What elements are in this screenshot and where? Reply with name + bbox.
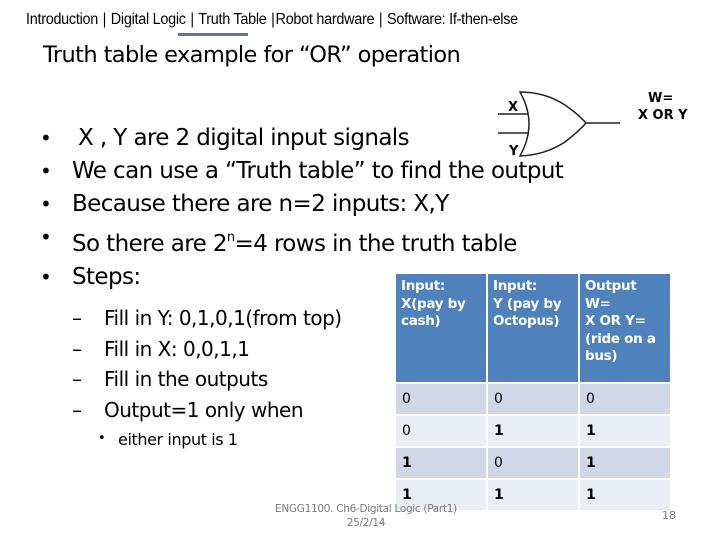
nav-item-truth-table[interactable]: Truth Table xyxy=(198,11,267,28)
cell-y: 0 xyxy=(488,448,578,478)
cell-y: 1 xyxy=(488,480,578,510)
or-gate-diagram: X Y W= X OR Y xyxy=(490,88,710,168)
nav-separator: | xyxy=(102,11,107,28)
nav-separator: | xyxy=(378,11,383,28)
cell-y: 0 xyxy=(488,384,578,414)
bullet-item: Because there are n=2 inputs: X,Y xyxy=(40,188,563,221)
table-row: 0 1 1 xyxy=(396,416,670,446)
header-line: X(pay by xyxy=(401,295,466,312)
header-line: cash) xyxy=(401,313,441,329)
footer-info: ENGG1100. Ch6-Digital Logic (Part1) 25/2… xyxy=(266,502,466,530)
gate-output-label-1: W= xyxy=(648,91,674,106)
slide-title: Truth table example for “OR” operation xyxy=(43,42,461,68)
truth-table: Input: X(pay by cash) Input: Y (pay by O… xyxy=(394,272,672,512)
step-item: Fill in Y: 0,1,0,1(from top) xyxy=(72,303,342,334)
table-row: 1 0 1 xyxy=(396,448,670,478)
step-item: Fill in X: 0,0,1,1 xyxy=(72,334,342,365)
cell-w: 0 xyxy=(580,384,670,414)
cell-y: 1 xyxy=(488,416,578,446)
table-row: 0 0 0 xyxy=(396,384,670,414)
active-section-underline xyxy=(178,33,248,36)
footer-date: 25/2/14 xyxy=(346,517,386,529)
header-line: Output xyxy=(585,278,637,294)
table-header-row: Input: X(pay by cash) Input: Y (pay by O… xyxy=(396,274,670,382)
cell-x: 1 xyxy=(396,448,486,478)
header-line: bus) xyxy=(585,348,618,364)
step-item: Output=1 only when xyxy=(72,395,342,426)
bullet-item: So there are 2n=4 rows in the truth tabl… xyxy=(40,221,563,261)
cell-x: 0 xyxy=(396,416,486,446)
steps-list: Fill in Y: 0,1,0,1(from top) Fill in X: … xyxy=(72,303,342,425)
section-nav: Introduction | Digital Logic | Truth Tab… xyxy=(26,11,668,29)
bullet-text: =4 rows in the truth table xyxy=(234,231,518,257)
cell-w: 1 xyxy=(580,480,670,510)
step-item: Fill in the outputs xyxy=(72,364,342,395)
or-gate-icon xyxy=(498,91,620,157)
nav-separator: | xyxy=(190,11,194,28)
footer-course: ENGG1100. Ch6-Digital Logic (Part1) xyxy=(275,503,457,515)
header-line: W= xyxy=(585,295,611,312)
bullet-item: We can use a “Truth table” to find the o… xyxy=(40,155,564,188)
header-line: Y (pay by xyxy=(493,295,562,312)
superscript-n: n xyxy=(226,230,235,245)
header-line: X OR Y= xyxy=(585,313,646,329)
header-output-w: Output W= X OR Y= (ride on a bus) xyxy=(580,274,670,382)
bullet-item: X , Y are 2 digital input signals xyxy=(40,122,563,155)
cell-w: 1 xyxy=(580,416,670,446)
cell-x: 0 xyxy=(396,384,486,414)
nav-item-robot-hardware[interactable]: Robot hardware xyxy=(276,11,375,28)
header-line: (ride on a xyxy=(585,330,656,347)
header-input-x: Input: X(pay by cash) xyxy=(396,274,486,382)
step-detail-item: either input is 1 xyxy=(98,430,238,449)
bullet-text: So there are 2 xyxy=(72,231,227,257)
header-line: Input: xyxy=(401,278,445,294)
header-line: Input: xyxy=(493,278,537,294)
nav-item-digital-logic[interactable]: Digital Logic xyxy=(111,11,186,28)
step-detail-list: either input is 1 xyxy=(98,430,238,449)
bullet-list: X , Y are 2 digital input signals We can… xyxy=(40,122,564,294)
page-number: 18 xyxy=(662,509,676,522)
nav-item-introduction[interactable]: Introduction xyxy=(26,11,98,28)
header-input-y: Input: Y (pay by Octopus) xyxy=(488,274,578,382)
gate-output-label-2: X OR Y xyxy=(638,108,688,123)
header-line: Octopus) xyxy=(493,313,560,329)
cell-w: 1 xyxy=(580,448,670,478)
nav-item-software[interactable]: Software: If-then-else xyxy=(387,11,518,28)
